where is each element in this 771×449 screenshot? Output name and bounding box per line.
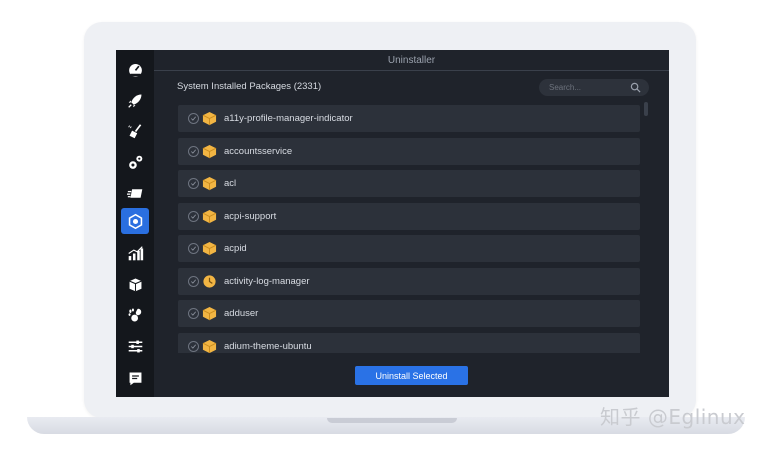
package-name: adduser: [224, 308, 259, 319]
broom-icon: [127, 123, 141, 138]
chart-icon: [127, 245, 143, 260]
sidebar-item-packages[interactable]: [121, 271, 149, 297]
sidebar-item-resources[interactable]: [121, 240, 149, 266]
watermark: 知乎 @Eglinux: [600, 405, 746, 429]
package-icon: [202, 209, 217, 224]
package-icon: [202, 144, 217, 159]
row-checkbox[interactable]: [188, 113, 199, 124]
search-input[interactable]: [549, 83, 629, 92]
package-name: acl: [224, 178, 237, 189]
package-name: activity-log-manager: [224, 276, 310, 287]
app-window: Uninstaller System Installed Packages (2…: [116, 50, 669, 397]
search-icon[interactable]: [630, 82, 641, 93]
dashboard-icon: [128, 63, 142, 77]
check-icon: [191, 116, 197, 121]
check-icon: [191, 311, 197, 316]
package-row[interactable]: activity-log-manager: [178, 268, 640, 295]
sidebar-item-gnome[interactable]: [121, 302, 149, 328]
package-name: acpi-support: [224, 211, 277, 222]
package-name: accountsservice: [224, 146, 293, 157]
package-icon: [202, 339, 217, 353]
sidebar-item-cleaner[interactable]: [121, 118, 149, 144]
package-name: adium-theme-ubuntu: [224, 341, 312, 352]
check-icon: [191, 214, 197, 219]
box-icon: [128, 278, 142, 291]
package-name: a11y-profile-manager-indicator: [224, 113, 353, 124]
sidebar-item-startup[interactable]: [121, 87, 149, 113]
laptop-notch: [327, 418, 457, 423]
package-row[interactable]: accountsservice: [178, 138, 640, 165]
package-row[interactable]: acl: [178, 170, 640, 197]
package-icon: [202, 241, 217, 256]
package-row[interactable]: acpi-support: [178, 203, 640, 230]
sidebar-item-services[interactable]: [121, 149, 149, 175]
package-row[interactable]: adduser: [178, 300, 640, 327]
search-box: [539, 79, 649, 96]
window-title-bar: Uninstaller: [154, 50, 669, 71]
sidebar-item-uninstaller[interactable]: [121, 208, 149, 234]
installed-packages-count: System Installed Packages (2331): [177, 81, 322, 92]
package-row[interactable]: a11y-profile-manager-indicator: [178, 105, 640, 132]
package-row[interactable]: acpid: [178, 235, 640, 262]
sidebar: [116, 50, 154, 397]
package-list: a11y-profile-manager-indicator accountss…: [178, 105, 640, 353]
gears-icon: [128, 155, 142, 169]
row-checkbox[interactable]: [188, 308, 199, 319]
row-checkbox[interactable]: [188, 276, 199, 287]
sliders-icon: [128, 340, 142, 352]
package-icon: [202, 306, 217, 321]
row-checkbox[interactable]: [188, 211, 199, 222]
package-name: acpid: [224, 243, 247, 254]
package-row[interactable]: adium-theme-ubuntu: [178, 333, 640, 353]
activity-icon: [203, 275, 216, 288]
package-icon: [202, 176, 217, 191]
check-icon: [191, 149, 197, 154]
sidebar-item-logs[interactable]: [121, 365, 149, 391]
window-title: Uninstaller: [387, 54, 436, 66]
row-checkbox[interactable]: [188, 178, 199, 189]
gnome-icon: [128, 307, 141, 321]
uninstaller-package-icon: [128, 213, 142, 229]
sidebar-item-dashboard[interactable]: [121, 56, 149, 82]
log-icon: [129, 372, 141, 385]
rocket-icon: [127, 94, 141, 108]
sidebar-item-settings[interactable]: [121, 333, 149, 359]
uninstall-selected-button[interactable]: Uninstall Selected: [355, 366, 468, 385]
fast-forward-icon: [126, 188, 142, 198]
package-icon: [202, 111, 217, 126]
check-icon: [191, 344, 197, 349]
row-checkbox[interactable]: [188, 146, 199, 157]
row-checkbox[interactable]: [188, 341, 199, 352]
scrollbar[interactable]: [644, 102, 648, 116]
sidebar-item-processes[interactable]: [121, 180, 149, 206]
check-icon: [191, 279, 197, 284]
check-icon: [191, 246, 197, 251]
row-checkbox[interactable]: [188, 243, 199, 254]
check-icon: [191, 181, 197, 186]
